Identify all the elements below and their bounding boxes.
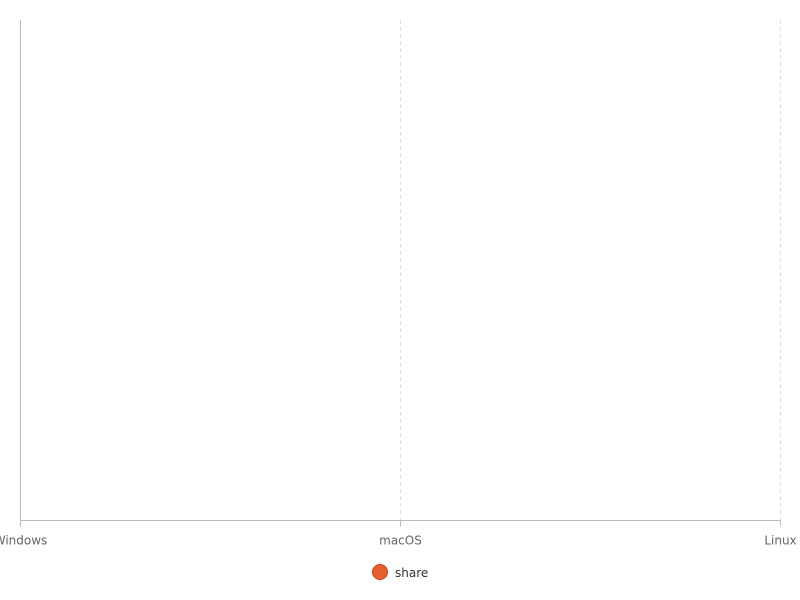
x-tick-label: Linux: [764, 534, 796, 548]
x-tick-label: macOS: [379, 534, 422, 548]
legend[interactable]: share: [372, 564, 429, 581]
x-tick-label: Windows: [0, 534, 47, 548]
chart-canvas: Windows macOS Linux share: [0, 20, 797, 581]
chart-container: Windows macOS Linux share: [0, 0, 800, 600]
legend-label: share: [395, 566, 428, 580]
legend-item[interactable]: share: [372, 564, 429, 581]
x-tick-labels: Windows macOS Linux: [0, 534, 797, 548]
grid-lines: [400, 20, 781, 521]
legend-marker-icon: [372, 564, 388, 580]
